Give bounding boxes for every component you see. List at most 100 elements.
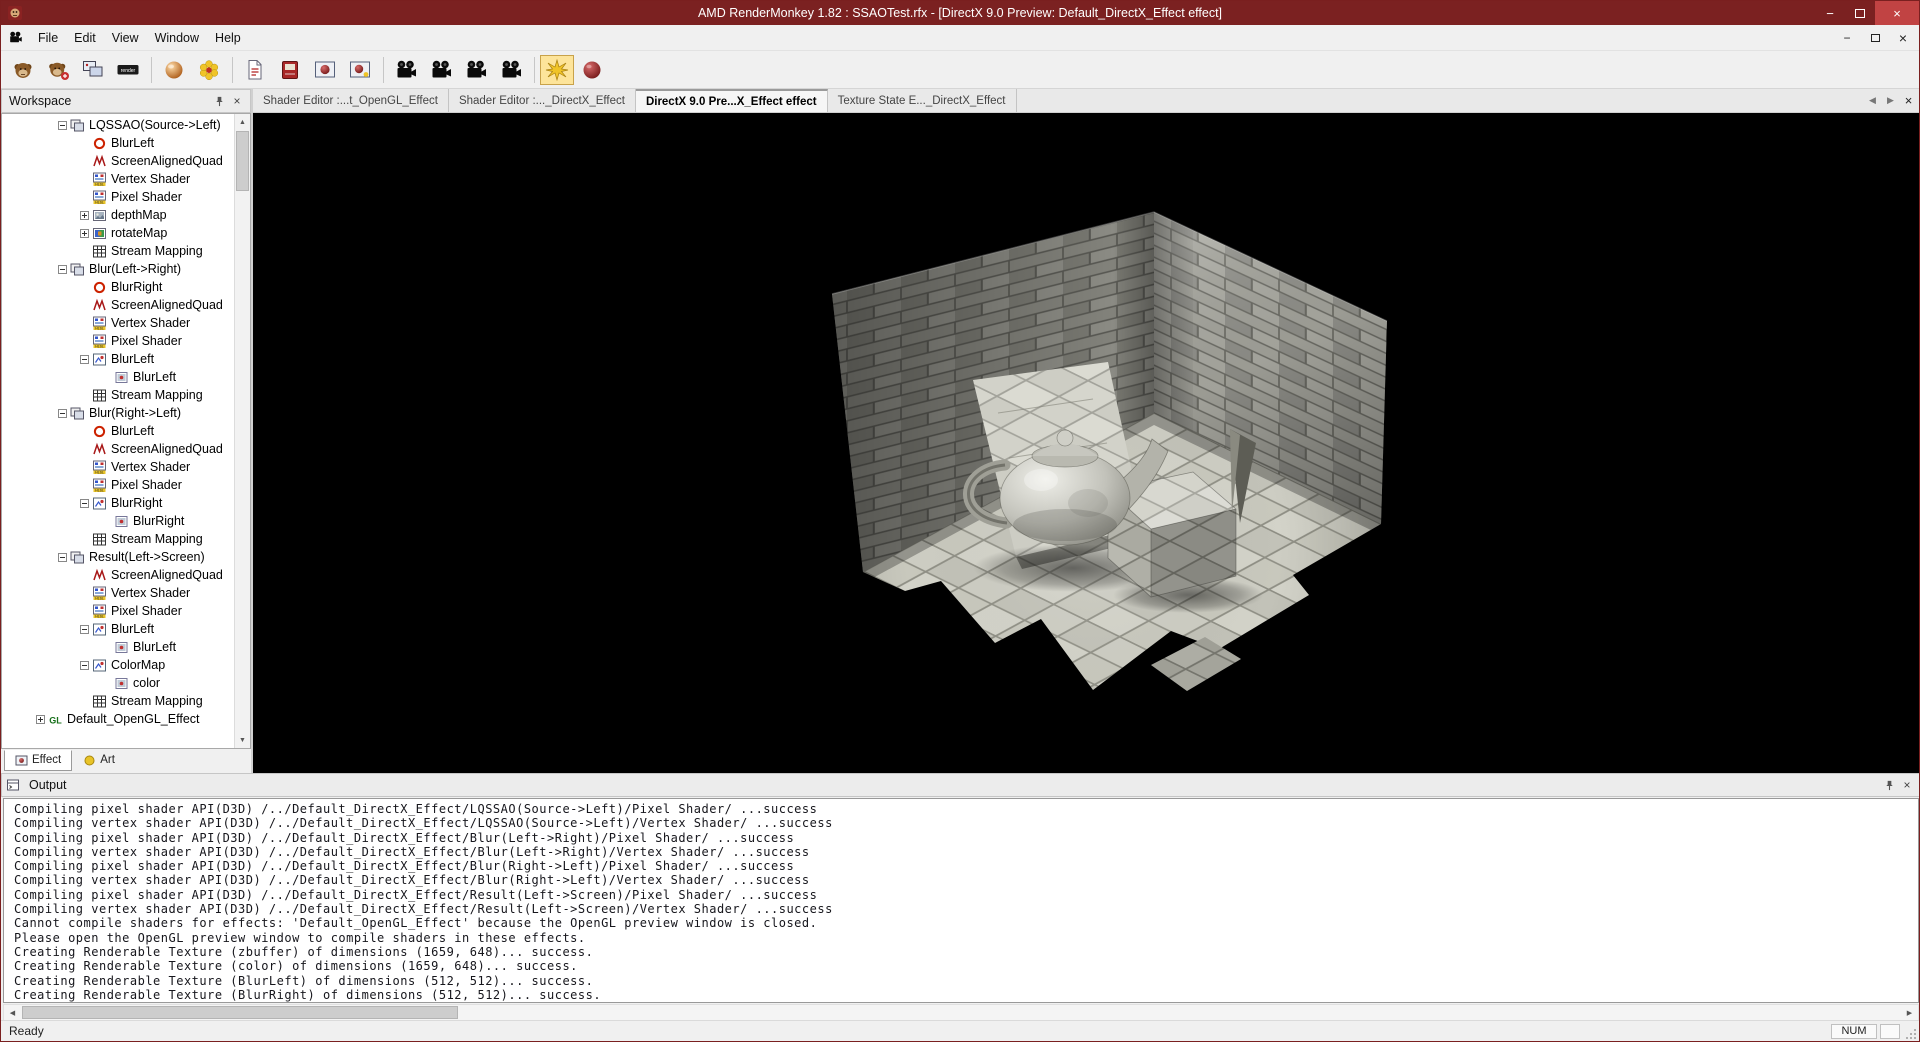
toolbar-button-4-orange-sphere-icon[interactable] xyxy=(157,55,191,85)
toolbar-separator xyxy=(383,57,384,83)
collapse-minus-icon[interactable] xyxy=(80,661,89,670)
preview-viewport[interactable] xyxy=(253,113,1920,773)
toolbar-button-12-movie-camera-icon[interactable] xyxy=(459,55,493,85)
render-target-icon xyxy=(92,136,107,151)
toolbar-button-11-movie-camera-icon[interactable] xyxy=(424,55,458,85)
tree-item-blurleft[interactable]: BlurLeft xyxy=(2,350,234,368)
doc-tab-shader-editor-t-opengl-effect[interactable]: Shader Editor :...t_OpenGL_Effect xyxy=(253,89,449,112)
toolbar-button-0-monkey-face-icon[interactable] xyxy=(6,55,40,85)
tree-item-stream-mapping[interactable]: Stream Mapping xyxy=(2,692,234,710)
mdi-restore-icon[interactable] xyxy=(1867,31,1883,45)
toolbar-button-10-movie-camera-icon[interactable] xyxy=(389,55,423,85)
expand-plus-icon[interactable] xyxy=(80,211,89,220)
tree-item-screenalignedquad[interactable]: ScreenAlignedQuad xyxy=(2,296,234,314)
doc-tab-shader-editor-directx-effect[interactable]: Shader Editor :..._DirectX_Effect xyxy=(449,89,636,112)
tree-item-vertex-shader[interactable]: HLSLVertex Shader xyxy=(2,458,234,476)
expand-plus-icon[interactable] xyxy=(80,229,89,238)
tab-close-icon[interactable]: × xyxy=(1901,93,1916,108)
resize-grip-icon[interactable] xyxy=(1904,1021,1919,1041)
titlebar[interactable]: AMD RenderMonkey 1.82 : SSAOTest.rfx - [… xyxy=(1,1,1919,25)
toolbar-button-6-document-red-icon[interactable] xyxy=(238,55,272,85)
tree-item-color[interactable]: color xyxy=(2,674,234,692)
output-hscrollbar[interactable]: ◀ ▶ xyxy=(3,1004,1919,1021)
toolbar-button-7-red-book-icon[interactable] xyxy=(273,55,307,85)
tree-item-colormap[interactable]: ColorMap xyxy=(2,656,234,674)
tree-item-blurright[interactable]: BlurRight xyxy=(2,494,234,512)
scroll-right-icon[interactable]: ▶ xyxy=(1901,1005,1918,1020)
document-tabbar: Shader Editor :...t_OpenGL_EffectShader … xyxy=(253,89,1920,113)
scroll-up-icon[interactable]: ▲ xyxy=(235,114,250,130)
collapse-minus-icon[interactable] xyxy=(58,265,67,274)
tree-item-depthmap[interactable]: depthMap xyxy=(2,206,234,224)
collapse-minus-icon[interactable] xyxy=(80,625,89,634)
menu-item-window[interactable]: Window xyxy=(147,27,207,49)
tab-prev-icon[interactable]: ◀ xyxy=(1865,95,1880,106)
tree-item-blurleft[interactable]: BlurLeft xyxy=(2,134,234,152)
tree-item-vertex-shader[interactable]: HLSLVertex Shader xyxy=(2,584,234,602)
toolbar-button-8-effect-ball-icon[interactable] xyxy=(308,55,342,85)
tree-item-blur-left-right[interactable]: Blur(Left->Right) xyxy=(2,260,234,278)
tree-item-blurleft[interactable]: BlurLeft xyxy=(2,368,234,386)
doc-tab-texture-state-e-directx-effect[interactable]: Texture State E..._DirectX_Effect xyxy=(828,89,1017,112)
tab-next-icon[interactable]: ▶ xyxy=(1883,95,1898,106)
scroll-down-icon[interactable]: ▼ xyxy=(235,732,250,748)
tree-item-blur-right-left[interactable]: Blur(Right->Left) xyxy=(2,404,234,422)
toolbar-button-2-workspace-stack-icon[interactable] xyxy=(76,55,110,85)
output-close-icon[interactable]: × xyxy=(1898,776,1916,794)
tree-item-default-opengl-effect[interactable]: GLDefault_OpenGL_Effect xyxy=(2,710,234,728)
output-hscrollbar-thumb[interactable] xyxy=(22,1006,458,1019)
tree-item-screenalignedquad[interactable]: ScreenAlignedQuad xyxy=(2,440,234,458)
tree-item-vertex-shader[interactable]: HLSLVertex Shader xyxy=(2,170,234,188)
tree-item-result-left-screen[interactable]: Result(Left->Screen) xyxy=(2,548,234,566)
doc-tab-directx-9-0-pre-x-effect-effect[interactable]: DirectX 9.0 Pre...X_Effect effect xyxy=(636,89,828,112)
tree-item-blurleft[interactable]: BlurLeft xyxy=(2,422,234,440)
menu-item-help[interactable]: Help xyxy=(207,27,249,49)
tree-item-screenalignedquad[interactable]: ScreenAlignedQuad xyxy=(2,152,234,170)
tree-item-stream-mapping[interactable]: Stream Mapping xyxy=(2,242,234,260)
mdi-minimize-icon[interactable]: − xyxy=(1839,31,1855,45)
toolbar-button-3-render-logo-icon[interactable]: render xyxy=(111,55,145,85)
toolbar-button-15-maroon-sphere-icon[interactable] xyxy=(575,55,609,85)
tree-item-pixel-shader[interactable]: HLSLPixel Shader xyxy=(2,476,234,494)
tree-item-screenalignedquad[interactable]: ScreenAlignedQuad xyxy=(2,566,234,584)
minimize-button[interactable]: − xyxy=(1815,1,1845,25)
tree-item-blurright[interactable]: BlurRight xyxy=(2,512,234,530)
pin-icon[interactable] xyxy=(210,92,228,110)
workspace-tab-effect[interactable]: Effect xyxy=(4,750,72,771)
collapse-minus-icon[interactable] xyxy=(58,553,67,562)
tree-item-label: BlurLeft xyxy=(111,136,154,150)
output-pin-icon[interactable] xyxy=(1880,776,1898,794)
collapse-minus-icon[interactable] xyxy=(80,499,89,508)
toolbar-button-5-flower-icon[interactable] xyxy=(192,55,226,85)
mdi-close-icon[interactable]: × xyxy=(1895,30,1911,46)
menu-item-file[interactable]: File xyxy=(30,27,66,49)
tree-item-blurright[interactable]: BlurRight xyxy=(2,278,234,296)
toolbar-button-9-effect-ball-star-icon[interactable] xyxy=(343,55,377,85)
restore-button[interactable] xyxy=(1845,1,1875,25)
tree-item-pixel-shader[interactable]: HLSLPixel Shader xyxy=(2,332,234,350)
tree-item-pixel-shader[interactable]: HLSLPixel Shader xyxy=(2,188,234,206)
workspace-tab-art[interactable]: Art xyxy=(72,750,126,771)
tree-item-stream-mapping[interactable]: Stream Mapping xyxy=(2,386,234,404)
tree-item-vertex-shader[interactable]: HLSLVertex Shader xyxy=(2,314,234,332)
toolbar-button-1-monkey-plus-icon[interactable] xyxy=(41,55,75,85)
tree-item-pixel-shader[interactable]: HLSLPixel Shader xyxy=(2,602,234,620)
tree-item-rotatemap[interactable]: rotateMap xyxy=(2,224,234,242)
tree-scrollbar[interactable]: ▲ ▼ xyxy=(234,114,250,748)
menu-item-edit[interactable]: Edit xyxy=(66,27,104,49)
workspace-close-icon[interactable]: × xyxy=(228,92,246,110)
tree-item-blurleft[interactable]: BlurLeft xyxy=(2,638,234,656)
collapse-minus-icon[interactable] xyxy=(58,409,67,418)
tree-scrollbar-thumb[interactable] xyxy=(236,131,249,191)
tree-item-stream-mapping[interactable]: Stream Mapping xyxy=(2,530,234,548)
expand-plus-icon[interactable] xyxy=(36,715,45,724)
toolbar-button-13-movie-camera-icon[interactable] xyxy=(494,55,528,85)
close-button[interactable]: × xyxy=(1875,1,1919,25)
scroll-left-icon[interactable]: ◀ xyxy=(4,1005,21,1020)
collapse-minus-icon[interactable] xyxy=(58,121,67,130)
collapse-minus-icon[interactable] xyxy=(80,355,89,364)
tree-item-blurleft[interactable]: BlurLeft xyxy=(2,620,234,638)
toolbar-button-14-starburst-icon[interactable] xyxy=(540,55,574,85)
tree-item-lqssao-source-left[interactable]: LQSSAO(Source->Left) xyxy=(2,116,234,134)
menu-item-view[interactable]: View xyxy=(104,27,147,49)
